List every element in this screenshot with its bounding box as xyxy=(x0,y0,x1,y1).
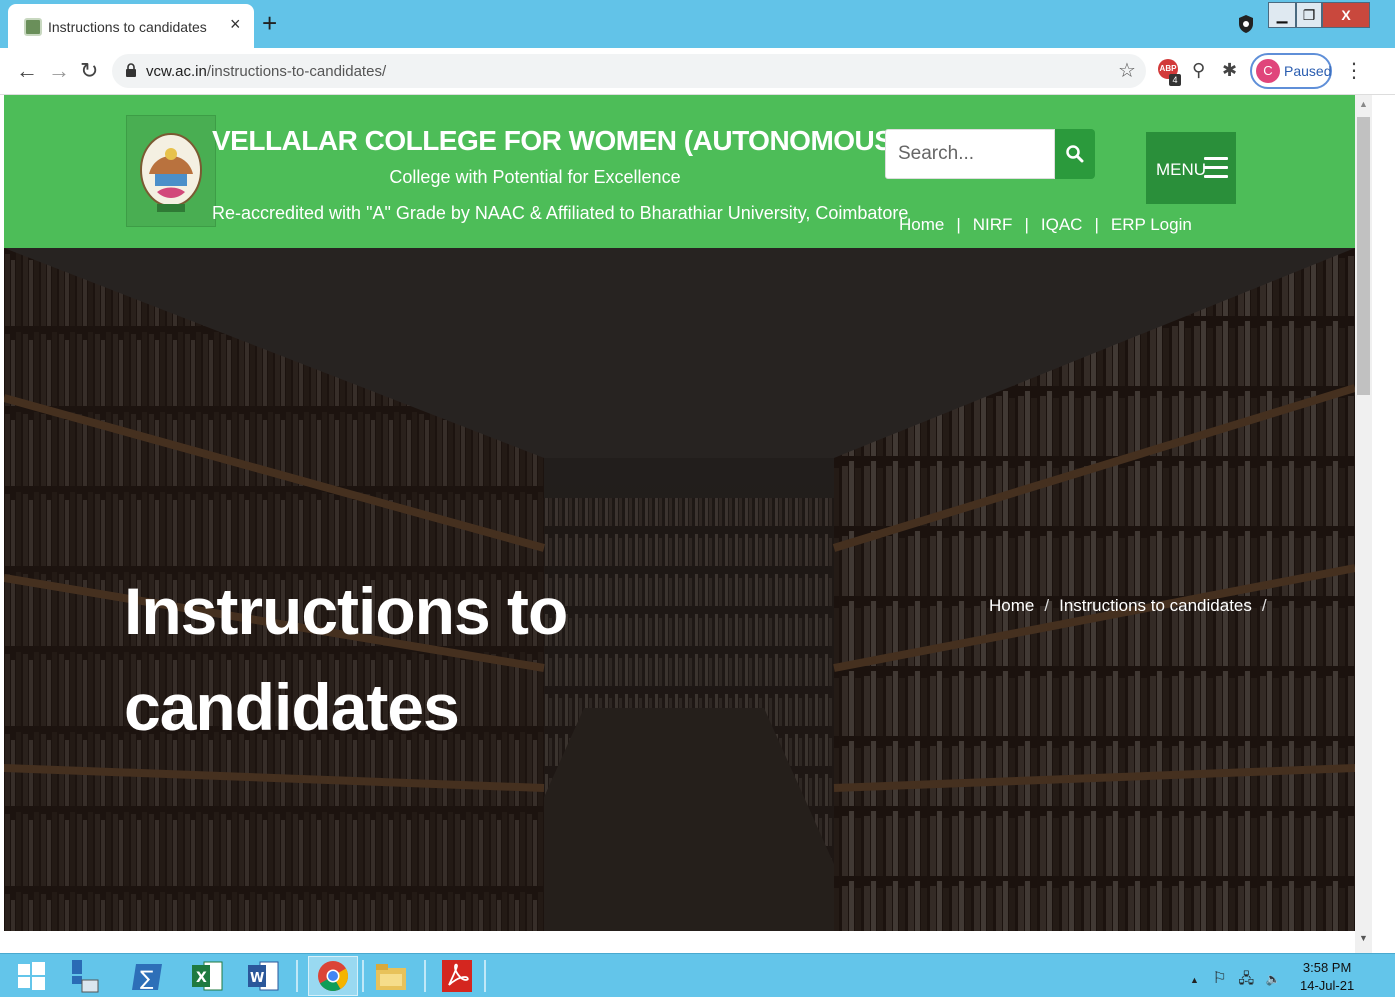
lock-icon[interactable] xyxy=(126,63,136,77)
new-tab-button[interactable]: + xyxy=(262,8,277,38)
browser-menu-icon[interactable]: ⋮ xyxy=(1344,58,1364,83)
search-button[interactable] xyxy=(1055,129,1095,179)
menu-label: MENU xyxy=(1156,160,1207,179)
page-bottom-strip xyxy=(0,931,1355,953)
search-input[interactable] xyxy=(886,130,1054,178)
url-text[interactable]: vcw.ac.in/instructions-to-candidates/ xyxy=(146,63,386,80)
search-icon xyxy=(1066,145,1084,163)
clock-time: 3:58 PM xyxy=(1302,960,1352,975)
nav-separator: | xyxy=(1024,215,1029,234)
tab-title: Instructions to candidates xyxy=(48,19,207,35)
chrome-icon xyxy=(318,961,349,992)
nav-link-iqac[interactable]: IQAC xyxy=(1041,215,1083,234)
network-status-icon[interactable]: 🖧 xyxy=(1239,970,1255,986)
page-title-line-1: Instructions to xyxy=(124,574,568,648)
svg-text:∑: ∑ xyxy=(140,966,154,990)
windows-start-icon[interactable] xyxy=(14,958,48,994)
menu-button[interactable]: MENU xyxy=(1146,132,1236,204)
extensions-puzzle-icon[interactable]: ✱ xyxy=(1222,60,1237,81)
back-arrow-icon[interactable]: ← xyxy=(16,58,38,84)
profile-avatar: C xyxy=(1256,59,1280,83)
scroll-thumb[interactable] xyxy=(1357,117,1370,395)
college-emblem-icon xyxy=(140,133,202,212)
minimize-button[interactable]: ▁ xyxy=(1268,2,1296,28)
extension-pin-icon[interactable]: ⚲ xyxy=(1192,60,1205,81)
taskbar-separator xyxy=(362,960,364,992)
windows-taskbar: ∑ X W ▲ ⚐ 🖧 🔈 3:58 PM 14-Jul-21 xyxy=(0,953,1395,997)
college-logo[interactable] xyxy=(126,115,216,227)
college-name: VELLALAR COLLEGE FOR WOMEN (AUTONOMOUS),… xyxy=(212,125,1052,156)
powershell-icon[interactable]: ∑ xyxy=(130,958,164,994)
nav-link-nirf[interactable]: NIRF xyxy=(973,215,1013,234)
clock-date: 14-Jul-21 xyxy=(1300,978,1355,993)
breadcrumb-separator: / xyxy=(1044,596,1050,615)
accreditation-text: Re-accredited with "A" Grade by NAAC & A… xyxy=(212,203,909,223)
file-explorer-icon[interactable] xyxy=(374,958,408,994)
address-bar[interactable]: vcw.ac.in/instructions-to-candidates/ xyxy=(112,54,1146,88)
taskbar-separator xyxy=(296,960,298,992)
svg-text:W: W xyxy=(250,971,264,986)
breadcrumb-current: Instructions to candidates xyxy=(1059,596,1252,615)
college-tagline: College with Potential for Excellence xyxy=(389,167,681,187)
website-viewport: VELLALAR COLLEGE FOR WOMEN (AUTONOMOUS),… xyxy=(4,95,1355,931)
vpn-shield-icon[interactable] xyxy=(1238,14,1254,34)
profile-button[interactable]: C Paused xyxy=(1250,53,1332,89)
page-title-line-2: candidates xyxy=(124,670,460,744)
system-tray: ▲ ⚐ 🖧 🔈 xyxy=(1190,968,1281,992)
breadcrumb-home[interactable]: Home xyxy=(989,596,1034,615)
breadcrumb: Home / Instructions to candidates / xyxy=(989,596,1277,616)
excel-icon[interactable]: X xyxy=(190,958,224,994)
site-header: VELLALAR COLLEGE FOR WOMEN (AUTONOMOUS),… xyxy=(4,95,1355,248)
breadcrumb-separator: / xyxy=(1261,596,1267,615)
scroll-up-arrow-icon[interactable]: ▲ xyxy=(1359,99,1368,109)
site-favicon-icon xyxy=(24,18,42,36)
reload-icon[interactable]: ↻ xyxy=(80,58,98,84)
tab-close-icon[interactable]: × xyxy=(230,14,241,35)
hamburger-icon xyxy=(1204,157,1228,179)
extension-count-badge: 4 xyxy=(1169,74,1181,86)
hero-banner: Instructions to candidates Home / Instruct… xyxy=(4,248,1355,931)
search-box xyxy=(885,129,1055,179)
nav-separator: | xyxy=(1094,215,1099,234)
tray-expand-icon[interactable]: ▲ xyxy=(1190,975,1199,985)
bookmark-star-icon[interactable]: ☆ xyxy=(1118,58,1136,83)
profile-status: Paused xyxy=(1284,63,1332,79)
network-manager-icon[interactable] xyxy=(68,958,102,994)
chrome-taskbar-button[interactable] xyxy=(308,956,358,996)
url-path: /instructions-to-candidates/ xyxy=(206,63,387,80)
taskbar-separator xyxy=(424,960,426,992)
browser-toolbar: ← → ↻ vcw.ac.in/instructions-to-candidat… xyxy=(0,48,1395,95)
forward-arrow-icon[interactable]: → xyxy=(48,58,70,84)
restore-button[interactable]: ❐ xyxy=(1296,2,1322,28)
page-title: Instructions to candidates xyxy=(124,563,644,755)
page-scrollbar[interactable]: ▲ ▼ xyxy=(1355,95,1372,953)
quick-links-nav: Home | NIRF | IQAC | ERP Login xyxy=(899,215,1192,235)
volume-icon[interactable]: 🔈 xyxy=(1266,972,1281,986)
nav-link-erp-login[interactable]: ERP Login xyxy=(1111,215,1192,234)
system-clock[interactable]: 3:58 PM 14-Jul-21 xyxy=(1300,959,1354,995)
nav-separator: | xyxy=(956,215,961,234)
action-center-flag-icon[interactable]: ⚐ xyxy=(1213,970,1227,987)
scroll-down-arrow-icon[interactable]: ▼ xyxy=(1359,933,1368,943)
word-icon[interactable]: W xyxy=(246,958,280,994)
acrobat-reader-icon[interactable] xyxy=(440,958,474,994)
nav-link-home[interactable]: Home xyxy=(899,215,944,234)
browser-tab[interactable]: Instructions to candidates × xyxy=(8,4,254,48)
taskbar-separator xyxy=(484,960,486,992)
svg-text:X: X xyxy=(196,970,207,986)
close-window-button[interactable]: X xyxy=(1322,2,1370,28)
url-host: vcw.ac.in xyxy=(146,63,207,80)
window-controls: ▁ ❐ X xyxy=(1268,2,1370,28)
browser-tab-strip: Instructions to candidates × + ▁ ❐ X xyxy=(0,0,1395,48)
